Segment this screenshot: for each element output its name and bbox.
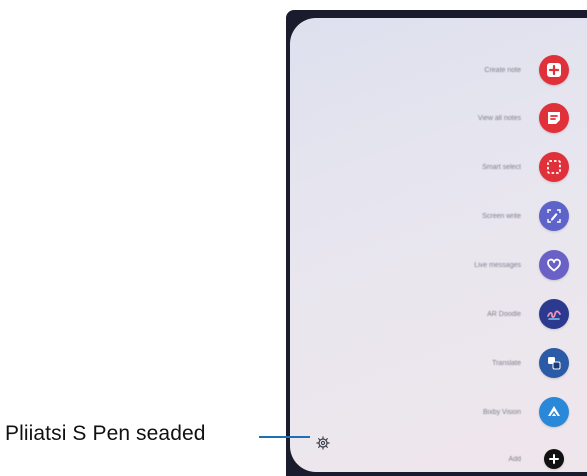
menu-item-view-all-notes[interactable]: View all notes [290, 99, 587, 139]
dashed-select-icon [539, 152, 569, 182]
menu-item-live-messages[interactable]: Live messages [290, 246, 587, 286]
menu-item-label: Bixby Vision [482, 409, 521, 416]
gear-icon[interactable] [315, 435, 331, 451]
translate-icon [539, 348, 569, 378]
menu-item-label: Live messages [474, 262, 521, 269]
screen-write-icon [539, 201, 569, 231]
callout-line [259, 436, 310, 438]
vision-icon [539, 397, 569, 427]
menu-item-smart-select[interactable]: Smart select [290, 148, 587, 188]
heart-message-icon [539, 250, 569, 280]
doodle-icon [539, 299, 569, 329]
menu-item-bixby-vision[interactable]: Bixby Vision [290, 393, 587, 433]
note-plus-icon [539, 55, 569, 85]
add-icon [544, 449, 564, 469]
menu-item-translate[interactable]: Translate [290, 344, 587, 384]
air-command-panel: Create note View all notes Smart select … [290, 18, 587, 472]
menu-item-label: Screen write [482, 213, 521, 220]
menu-item-label: Smart select [482, 164, 521, 171]
menu-item-screen-write[interactable]: Screen write [290, 197, 587, 237]
menu-item-create-note[interactable]: Create note [290, 51, 587, 91]
notes-list-icon [539, 103, 569, 133]
menu-item-ar-doodle[interactable]: AR Doodle [290, 295, 587, 335]
menu-item-label: AR Doodle [487, 311, 521, 318]
menu-item-label: Translate [492, 360, 521, 367]
screen: Create note View all notes Smart select … [0, 0, 587, 476]
menu-item-label: Add [508, 456, 521, 463]
callout-label: Pliiatsi S Pen seaded [5, 422, 206, 445]
menu-item-label: Create note [484, 67, 521, 74]
menu-item-label: View all notes [477, 115, 521, 122]
menu-item-add[interactable]: Add [290, 440, 587, 476]
device-frame: Create note View all notes Smart select … [286, 10, 587, 476]
